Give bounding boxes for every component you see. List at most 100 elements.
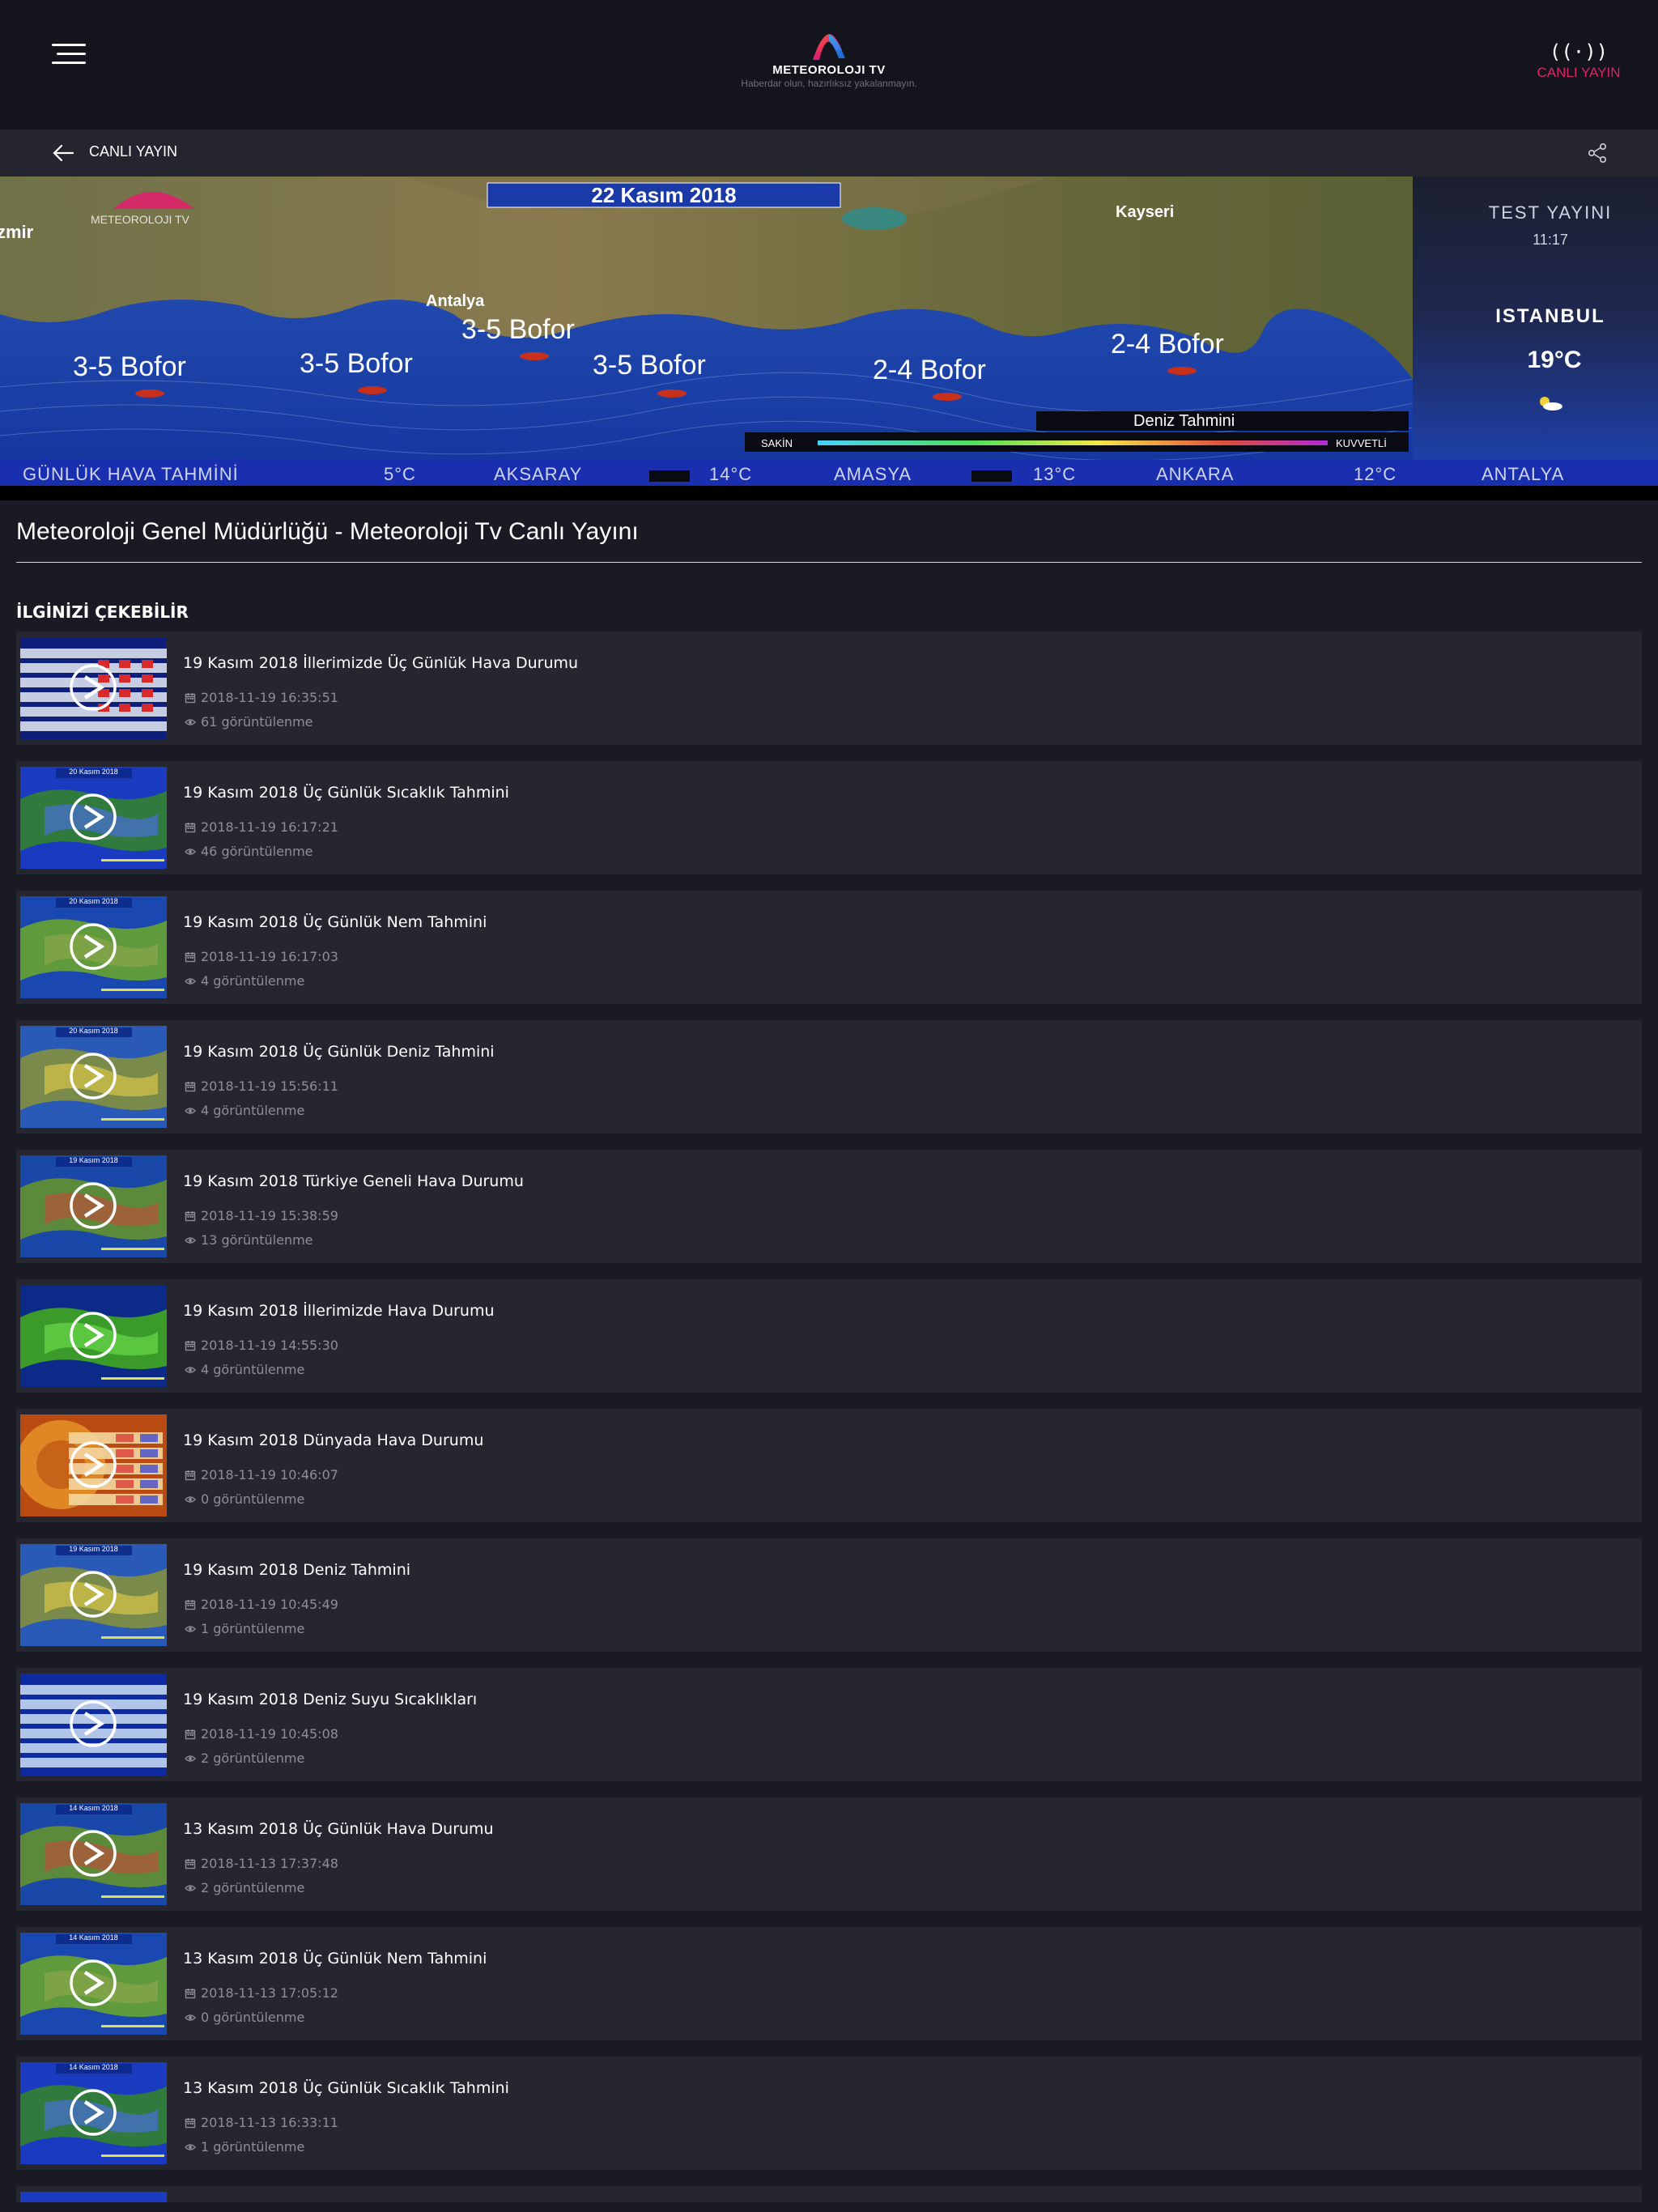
calendar-icon: [185, 823, 196, 833]
item-views-text: 2 görüntülenme: [201, 1880, 305, 1895]
calendar-icon: [185, 1082, 196, 1092]
list-item[interactable]: 19 Kasım 2018 İllerimizde Üç Günlük Hava…: [16, 632, 1642, 745]
list-item[interactable]: 19 Kasım 2018 Deniz Suyu Sıcaklıkları 20…: [16, 1668, 1642, 1781]
map-label-izmir: zmir: [0, 222, 34, 242]
play-icon: [70, 1959, 117, 2006]
item-title[interactable]: 19 Kasım 2018 Üç Günlük Deniz Tahmini: [183, 1043, 495, 1061]
eye-icon: [185, 1496, 196, 1503]
play-icon: [70, 2089, 117, 2136]
item-title[interactable]: 19 Kasım 2018 Üç Günlük Sıcaklık Tahmini: [183, 784, 509, 802]
item-views: 0 görüntülenme: [185, 1491, 304, 1507]
item-views: 1 görüntülenme: [185, 1621, 304, 1636]
item-views-text: 4 görüntülenme: [201, 1362, 305, 1377]
page-title: Meteoroloji Genel Müdürlüğü - Meteoroloj…: [16, 518, 639, 545]
eye-icon: [185, 1108, 196, 1114]
item-date: 2018-11-19 15:56:11: [185, 1078, 338, 1094]
item-date-text: 2018-11-19 15:56:11: [201, 1078, 338, 1094]
video-thumbnail[interactable]: 20 Kasım 2018: [20, 1026, 167, 1128]
list-item[interactable]: 19 Kasım 2018 Dünyada Hava Durumu 2018-1…: [16, 1409, 1642, 1522]
calendar-icon: [185, 2118, 196, 2129]
list-item[interactable]: 20 Kasım 2018 19 Kasım 2018 Üç Günlük Ne…: [16, 891, 1642, 1004]
live-broadcast-button[interactable]: ((·)) CANLI YAYIN: [1522, 40, 1635, 89]
back-button[interactable]: [50, 141, 78, 165]
eye-icon: [185, 1885, 196, 1891]
logo-text: METEOROLOJI TV: [772, 63, 886, 77]
video-thumbnail[interactable]: 14 Kasım 2018: [20, 1803, 167, 1905]
ticker-text: ANKARA: [1156, 464, 1234, 484]
item-title[interactable]: 19 Kasım 2018 İllerimizde Üç Günlük Hava…: [183, 654, 578, 672]
video-thumbnail[interactable]: 19 Kasım 2018: [20, 1544, 167, 1646]
map-wind-label: 2-4 Bofor: [873, 355, 986, 385]
ticker-text: AMASYA: [834, 464, 912, 484]
item-date-text: 2018-11-19 16:35:51: [201, 690, 338, 705]
item-title[interactable]: 13 Kasım 2018 Üç Günlük Sıcaklık Tahmini: [183, 2079, 509, 2097]
map-wind-label: 3-5 Bofor: [461, 314, 575, 345]
item-title[interactable]: 19 Kasım 2018 İllerimizde Hava Durumu: [183, 1302, 495, 1320]
item-title[interactable]: 19 Kasım 2018 Deniz Tahmini: [183, 1561, 410, 1579]
list-item[interactable]: 14 Kasım 2018 13 Kasım 2018 Üç Günlük Ha…: [16, 1797, 1642, 1911]
video-thumbnail[interactable]: [20, 1414, 167, 1516]
map-wind-label: 2-4 Bofor: [1111, 329, 1224, 359]
play-icon: [70, 664, 117, 711]
video-thumbnail[interactable]: 14 Kasım 2018: [20, 1933, 167, 2035]
svg-text:METEOROLOJI TV: METEOROLOJI TV: [91, 213, 190, 226]
item-views: 4 görüntülenme: [185, 1103, 304, 1118]
item-views-text: 46 görüntülenme: [201, 844, 313, 859]
item-date: 2018-11-19 14:55:30: [185, 1338, 338, 1353]
item-title[interactable]: 19 Kasım 2018 Türkiye Geneli Hava Durumu: [183, 1172, 524, 1190]
item-date: 2018-11-19 10:45:08: [185, 1726, 338, 1742]
map-wind-label: 3-5 Bofor: [300, 348, 413, 379]
list-item[interactable]: 14 Kasım 2018 13 Kasım 2018 Üç Günlük Sı…: [16, 2057, 1642, 2170]
eye-icon: [185, 2014, 196, 2021]
app-header: METEOROLOJI TV Haberdar olun, hazırlıksı…: [0, 0, 1658, 130]
item-title[interactable]: 19 Kasım 2018 Dünyada Hava Durumu: [183, 1431, 483, 1449]
calendar-icon: [185, 693, 196, 704]
item-title[interactable]: 13 Kasım 2018 Üç Günlük Hava Durumu: [183, 1820, 494, 1838]
list-item[interactable]: 20 Kasım 2018 19 Kasım 2018 Üç Günlük De…: [16, 1020, 1642, 1134]
item-date-text: 2018-11-19 10:46:07: [201, 1467, 338, 1482]
ticker-text: 5°C: [384, 464, 416, 484]
thumbnail-date: 14 Kasım 2018: [69, 1804, 118, 1812]
ticker-text: 12°C: [1354, 464, 1397, 484]
item-views: 46 görüntülenme: [185, 844, 313, 859]
item-views-text: 4 görüntülenme: [201, 1103, 305, 1118]
list-item[interactable]: 14 Kasım 2018 13 Kasım 2018 Üç Günlük Ne…: [16, 1927, 1642, 2040]
video-thumbnail[interactable]: 20 Kasım 2018: [20, 767, 167, 869]
ticker-text: 13°C: [1033, 464, 1076, 484]
video-thumbnail[interactable]: 20 Kasım 2018: [20, 896, 167, 998]
video-thumbnail[interactable]: 14 Kasım 2018: [20, 2062, 167, 2164]
item-date-text: 2018-11-19 10:45:08: [201, 1726, 338, 1742]
video-thumbnail[interactable]: 19 Kasım 2018: [20, 1155, 167, 1257]
item-date-text: 2018-11-13 16:33:11: [201, 2115, 338, 2130]
item-views: 4 görüntülenme: [185, 1362, 304, 1377]
live-video-player[interactable]: 22 Kasım 2018 METEOROLOJI TV zmir Antaly…: [0, 177, 1658, 500]
item-title[interactable]: 19 Kasım 2018 Üç Günlük Nem Tahmini: [183, 913, 487, 931]
list-item[interactable]: 20 Kasım 2018 19 Kasım 2018 Üç Günlük Sı…: [16, 761, 1642, 874]
video-thumbnail[interactable]: [20, 1674, 167, 1776]
video-clock: 11:17: [1533, 232, 1568, 248]
play-icon: [70, 793, 117, 840]
thumbnail-date: 20 Kasım 2018: [69, 768, 118, 776]
item-views-text: 13 görüntülenme: [201, 1232, 313, 1248]
item-title[interactable]: 19 Kasım 2018 Deniz Suyu Sıcaklıkları: [183, 1691, 477, 1708]
list-item[interactable]: 19 Kasım 2018 19 Kasım 2018 Deniz Tahmin…: [16, 1538, 1642, 1652]
item-date: 2018-11-19 15:38:59: [185, 1208, 338, 1223]
item-views-text: 0 görüntülenme: [201, 2010, 305, 2025]
video-thumbnail[interactable]: [20, 1285, 167, 1387]
video-thumbnail[interactable]: [20, 2192, 167, 2202]
section-title: İLGİNİZİ ÇEKEBİLİR: [16, 602, 189, 622]
play-icon: [70, 1700, 117, 1747]
calendar-icon: [185, 1341, 196, 1351]
item-date: 2018-11-13 16:33:11: [185, 2115, 338, 2130]
video-thumbnail[interactable]: [20, 637, 167, 739]
item-date: 2018-11-13 17:37:48: [185, 1856, 338, 1871]
item-date-text: 2018-11-13 17:37:48: [201, 1856, 338, 1871]
item-title[interactable]: 13 Kasım 2018 Üç Günlük Nem Tahmini: [183, 1950, 487, 1967]
list-item[interactable]: [16, 2186, 1642, 2202]
share-button[interactable]: [1585, 141, 1609, 165]
menu-icon[interactable]: [52, 44, 86, 66]
item-date-text: 2018-11-19 16:17:03: [201, 949, 338, 964]
list-item[interactable]: 19 Kasım 2018 19 Kasım 2018 Türkiye Gene…: [16, 1150, 1642, 1263]
list-item[interactable]: 19 Kasım 2018 İllerimizde Hava Durumu 20…: [16, 1279, 1642, 1393]
play-icon: [70, 1312, 117, 1359]
